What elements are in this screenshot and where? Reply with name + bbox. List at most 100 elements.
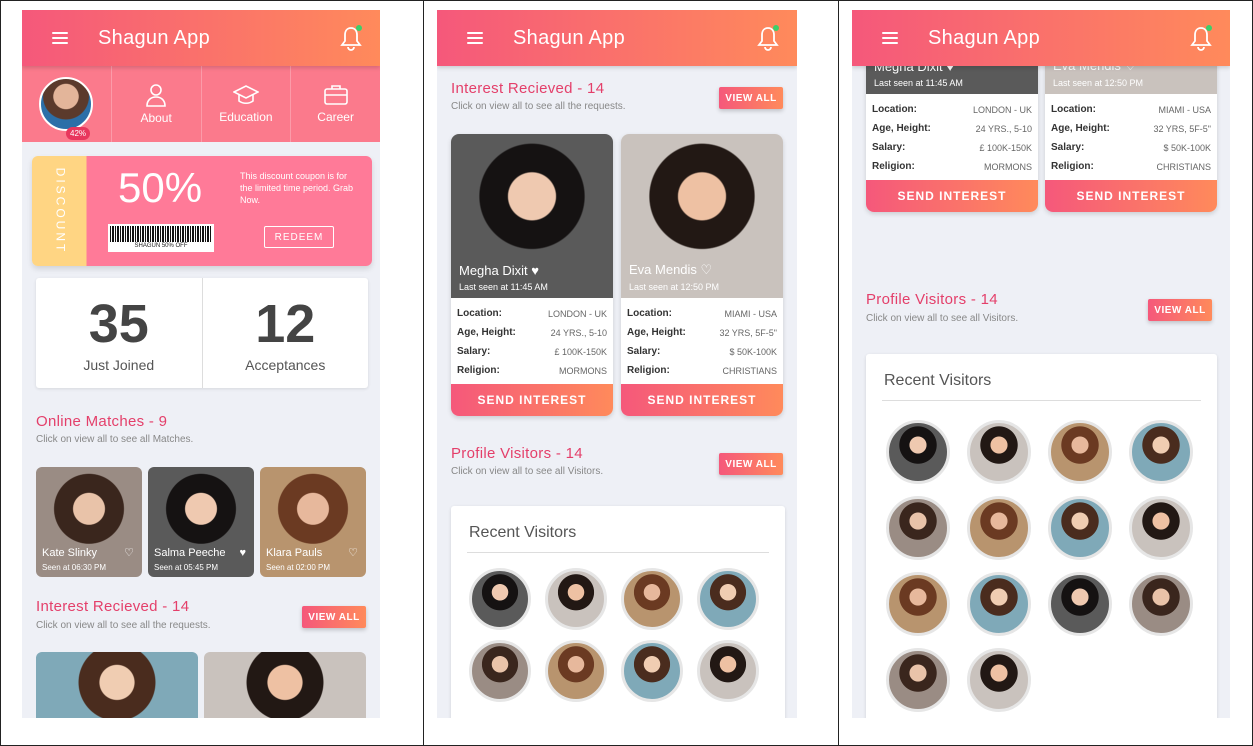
send-interest-button[interactable]: SEND INTEREST [451,384,613,416]
coupon-percent: 50% [118,164,203,211]
interest-card-preview[interactable] [204,652,366,718]
interest-view-all-button[interactable]: VIEW ALL [719,87,783,109]
barcode-bars [110,226,212,242]
match-card[interactable]: Kate Slinky ♡ Seen at 06:30 PM [36,467,142,577]
coupon-side: DISCOUNT [32,156,88,266]
bell-icon[interactable] [340,25,362,51]
barcode-label: SHAGUN 50% OFF [134,243,188,249]
nav-about-label: About [140,111,172,125]
nav-career[interactable]: Career [290,66,380,142]
online-matches-title: Online Matches - 9 [36,413,168,430]
match-card[interactable]: Salma Peeche ♥ Seen at 05:45 PM [148,467,254,577]
heart-icon[interactable]: ♡ [124,546,134,559]
visitor-avatar[interactable] [886,496,950,560]
recent-visitors-box: Recent Visitors [866,354,1217,718]
visitor-avatar[interactable] [967,572,1031,636]
visitor-avatar[interactable] [697,568,759,630]
stat-just-joined[interactable]: 35 Just Joined [36,278,202,388]
visitor-avatar[interactable] [886,420,950,484]
bell-icon[interactable] [1190,25,1212,51]
stat-label: Acceptances [245,357,326,373]
graduation-cap-icon [232,85,259,105]
nav-about[interactable]: About [110,66,201,142]
interest-title: Interest Recieved - 14 [451,80,605,97]
menu-icon[interactable] [52,32,68,44]
profile-details: Location: LONDON - UK Age, Height: 24 YRS.… [872,104,1032,172]
send-interest-button[interactable]: SEND INTEREST [621,384,783,416]
visitor-avatar[interactable] [697,640,759,702]
app-title: Shagun App [98,26,210,49]
stat-label: Just Joined [83,357,155,373]
match-name: Salma Peeche [154,547,226,559]
stats-card: 35 Just Joined 12 Acceptances [36,278,368,388]
visitor-avatar[interactable] [1048,420,1112,484]
interest-title: Interest Recieved - 14 [36,598,190,615]
visitor-avatar[interactable] [886,572,950,636]
visitor-avatar[interactable] [886,648,950,712]
coupon-barcode: SHAGUN 50% OFF [108,224,214,252]
person-icon [146,84,166,107]
verified-heart-icon[interactable]: ♥ [239,547,246,559]
visitor-avatar[interactable] [469,640,531,702]
visitors-title: Profile Visitors - 14 [451,445,583,462]
interest-view-all-button[interactable]: VIEW ALL [302,606,366,628]
bell-icon[interactable] [757,25,779,51]
visitor-avatar[interactable] [469,568,531,630]
heart-icon[interactable]: ♡ [348,546,358,559]
profile-last-seen: Last seen at 12:50 PM [629,282,720,292]
discount-coupon: DISCOUNT 50% This discount coupon is for… [32,156,372,266]
visitor-avatar[interactable] [545,640,607,702]
frame-border-left [0,0,1,746]
stat-value: 12 [255,294,316,354]
visitor-avatar[interactable] [967,648,1031,712]
profile-name: Eva Mendis ♡ [629,262,713,277]
online-matches-subtitle: Click on view all to see all Matches. [36,434,194,445]
visitor-avatar[interactable] [1129,420,1193,484]
visitor-avatar[interactable] [1048,496,1112,560]
profile-card: Eva Mendis ♡ Last seen at 12:50 PM Locat… [621,134,783,416]
interest-card-preview[interactable] [36,652,198,718]
nav-education[interactable]: Education [200,66,291,142]
verified-icon: ♥ [531,263,539,278]
profile-card: Megha Dixit ♥ Last seen at 11:45 AM Loca… [451,134,613,416]
nav-education-label: Education [219,110,273,124]
visitor-avatar[interactable] [967,420,1031,484]
visitor-avatar[interactable] [1129,572,1193,636]
frame-divider-2 [838,0,839,746]
match-name: Kate Slinky [42,547,98,559]
visitors-view-all-button[interactable]: VIEW ALL [719,453,783,475]
visitors-subtitle: Click on view all to see all Visitors. [866,313,1019,324]
coupon-description: This discount coupon is for the limited … [240,171,354,205]
app-header: Shagun App [852,10,1230,66]
visitor-avatar[interactable] [1048,572,1112,636]
match-seen: Seen at 05:45 PM [154,563,219,572]
profile-last-seen: Last seen at 11:45 AM [459,282,548,292]
visitor-avatar[interactable] [967,496,1031,560]
coupon-side-label: DISCOUNT [53,167,68,255]
profile-avatar-cell[interactable]: 42% [22,66,111,142]
profile-completion-badge: 42% [66,127,91,140]
redeem-button[interactable]: REDEEM [264,226,334,248]
profile-photo[interactable]: Megha Dixit ♥ Last seen at 11:45 AM [451,134,613,298]
menu-icon[interactable] [467,32,483,44]
send-interest-button[interactable]: SEND INTEREST [1045,180,1217,212]
stat-acceptances[interactable]: 12 Acceptances [201,278,369,388]
visitor-avatar[interactable] [621,568,683,630]
profile-details: Location: LONDON - UK Age, Height: 24 YRS.… [457,308,607,376]
avatar [39,77,94,131]
divider [882,400,1201,401]
match-card[interactable]: Klara Pauls ♡ Seen at 02:00 PM [260,467,366,577]
send-interest-button[interactable]: SEND INTEREST [866,180,1038,212]
visitor-avatar[interactable] [621,640,683,702]
visitor-avatar[interactable] [1129,496,1193,560]
profile-photo[interactable]: Eva Mendis ♡ Last seen at 12:50 PM [621,134,783,298]
recent-visitors-box: Recent Visitors [451,506,785,718]
screenshot-collage: Shagun App 42% About Education Career DI… [0,0,1253,746]
visitors-view-all-button[interactable]: VIEW ALL [1148,299,1212,321]
menu-icon[interactable] [882,32,898,44]
app-header: Shagun App [437,10,797,66]
interest-subtitle: Click on view all to see all the request… [36,620,211,631]
visitor-avatar[interactable] [545,568,607,630]
profile-details: Location: MIAMI - USA Age, Height: 32 YRS,… [627,308,777,376]
heart-icon[interactable]: ♡ [701,262,713,277]
